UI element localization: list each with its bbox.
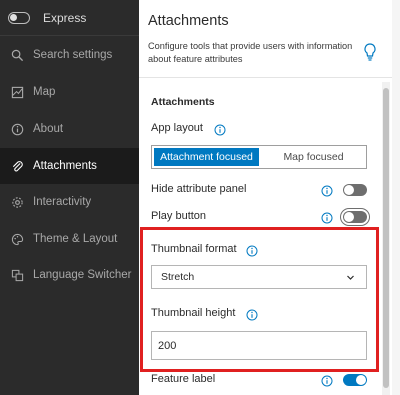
right-edge-panel xyxy=(392,0,400,395)
info-icon[interactable] xyxy=(321,374,333,387)
sidebar-item-label: Theme & Layout xyxy=(33,233,118,245)
info-icon[interactable] xyxy=(321,184,333,197)
switch-knob xyxy=(344,212,354,222)
search-icon xyxy=(10,48,24,62)
sidebar-divider xyxy=(0,35,139,36)
sidebar-item-theme-layout[interactable]: Theme & Layout xyxy=(0,221,139,257)
map-icon xyxy=(10,85,24,99)
scrollbar-thumb[interactable] xyxy=(383,88,389,388)
info-icon[interactable] xyxy=(321,211,333,224)
sidebar-item-label: Attachments xyxy=(33,160,97,172)
express-toggle[interactable] xyxy=(8,12,30,24)
switch-knob xyxy=(344,185,354,195)
map-focused-option[interactable]: Map focused xyxy=(261,146,366,168)
header-divider xyxy=(139,77,400,78)
paperclip-icon xyxy=(10,159,24,173)
section-title: Attachments xyxy=(151,96,215,108)
app-layout-label: App layout xyxy=(151,122,203,134)
play-button-label: Play button xyxy=(151,210,207,222)
lightbulb-icon[interactable] xyxy=(363,42,377,62)
feature-label-switch[interactable] xyxy=(343,374,367,386)
highlight-box xyxy=(140,227,379,372)
sidebar-item-attachments[interactable]: Attachments xyxy=(0,148,139,184)
switch-knob xyxy=(356,375,366,385)
sidebar-item-language-switcher[interactable]: Language Switcher xyxy=(0,257,139,293)
express-toggle-row[interactable]: Express xyxy=(8,8,86,28)
sidebar-item-label: Interactivity xyxy=(33,196,92,208)
info-icon xyxy=(10,122,24,136)
palette-icon xyxy=(10,232,24,246)
info-icon[interactable] xyxy=(214,123,226,136)
gear-icon xyxy=(10,195,24,209)
page-title: Attachments xyxy=(148,13,229,29)
sidebar-item-search-settings[interactable]: Search settings xyxy=(0,37,139,73)
sidebar-item-label: Map xyxy=(33,86,56,98)
sidebar-item-interactivity[interactable]: Interactivity xyxy=(0,184,139,220)
app-layout-segmented-control: Attachment focused Map focused xyxy=(151,145,367,169)
page-description: Configure tools that provide users with … xyxy=(148,41,353,64)
feature-label-label: Feature label xyxy=(151,373,216,385)
sidebar: Express Search settings Map About Attach… xyxy=(0,0,139,395)
sidebar-item-map[interactable]: Map xyxy=(0,74,139,110)
sidebar-item-label: Search settings xyxy=(33,49,113,61)
express-label: Express xyxy=(43,11,87,25)
translate-icon xyxy=(10,268,24,282)
play-button-switch[interactable] xyxy=(343,211,367,223)
sidebar-item-about[interactable]: About xyxy=(0,111,139,147)
sidebar-item-label: Language Switcher xyxy=(33,269,132,281)
hide-attribute-panel-switch[interactable] xyxy=(343,184,367,196)
sidebar-item-label: About xyxy=(33,123,64,135)
attachment-focused-option[interactable]: Attachment focused xyxy=(154,148,259,166)
hide-attribute-panel-label: Hide attribute panel xyxy=(151,183,247,195)
